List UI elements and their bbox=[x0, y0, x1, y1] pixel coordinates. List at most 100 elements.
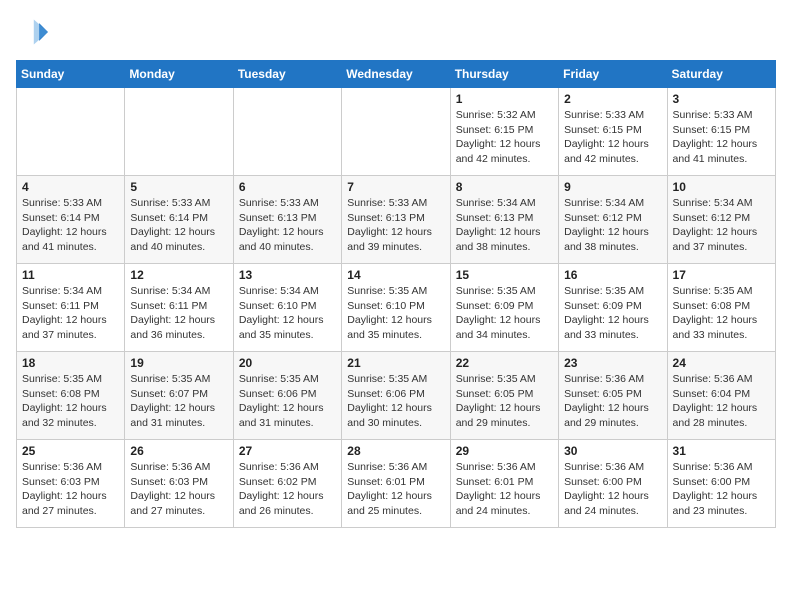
day-number: 9 bbox=[564, 180, 661, 194]
day-info: Sunrise: 5:36 AMSunset: 6:05 PMDaylight:… bbox=[564, 372, 661, 431]
day-info: Sunrise: 5:35 AMSunset: 6:09 PMDaylight:… bbox=[564, 284, 661, 343]
calendar-cell: 8 Sunrise: 5:34 AMSunset: 6:13 PMDaylight… bbox=[450, 176, 558, 264]
day-number: 2 bbox=[564, 92, 661, 106]
calendar-table: SundayMondayTuesdayWednesdayThursdayFrid… bbox=[16, 60, 776, 528]
calendar-cell: 3 Sunrise: 5:33 AMSunset: 6:15 PMDaylight… bbox=[667, 88, 775, 176]
day-number: 18 bbox=[22, 356, 119, 370]
day-info: Sunrise: 5:36 AMSunset: 6:00 PMDaylight:… bbox=[673, 460, 770, 519]
day-number: 26 bbox=[130, 444, 227, 458]
calendar-week-row: 1 Sunrise: 5:32 AMSunset: 6:15 PMDaylight… bbox=[17, 88, 776, 176]
day-number: 23 bbox=[564, 356, 661, 370]
weekday-header-tuesday: Tuesday bbox=[233, 61, 341, 88]
day-number: 14 bbox=[347, 268, 444, 282]
day-number: 27 bbox=[239, 444, 336, 458]
day-number: 15 bbox=[456, 268, 553, 282]
weekday-header-wednesday: Wednesday bbox=[342, 61, 450, 88]
day-info: Sunrise: 5:33 AMSunset: 6:15 PMDaylight:… bbox=[673, 108, 770, 167]
day-number: 31 bbox=[673, 444, 770, 458]
calendar-cell: 4 Sunrise: 5:33 AMSunset: 6:14 PMDaylight… bbox=[17, 176, 125, 264]
calendar-cell: 11 Sunrise: 5:34 AMSunset: 6:11 PMDayligh… bbox=[17, 264, 125, 352]
calendar-cell: 10 Sunrise: 5:34 AMSunset: 6:12 PMDayligh… bbox=[667, 176, 775, 264]
day-number: 17 bbox=[673, 268, 770, 282]
day-number: 4 bbox=[22, 180, 119, 194]
day-info: Sunrise: 5:35 AMSunset: 6:06 PMDaylight:… bbox=[347, 372, 444, 431]
calendar-cell: 20Sunrise: 5:35 AMSunset: 6:06 PMDayligh… bbox=[233, 352, 341, 440]
day-info: Sunrise: 5:35 AMSunset: 6:06 PMDaylight:… bbox=[239, 372, 336, 431]
calendar-cell: 12 Sunrise: 5:34 AMSunset: 6:11 PMDayligh… bbox=[125, 264, 233, 352]
weekday-header-monday: Monday bbox=[125, 61, 233, 88]
weekday-header-thursday: Thursday bbox=[450, 61, 558, 88]
calendar-cell: 21 Sunrise: 5:35 AMSunset: 6:06 PMDayligh… bbox=[342, 352, 450, 440]
calendar-week-row: 25 Sunrise: 5:36 AMSunset: 6:03 PMDayligh… bbox=[17, 440, 776, 528]
calendar-cell bbox=[17, 88, 125, 176]
logo-icon bbox=[16, 16, 48, 48]
day-info: Sunrise: 5:35 AMSunset: 6:10 PMDaylight:… bbox=[347, 284, 444, 343]
day-number: 13 bbox=[239, 268, 336, 282]
calendar-cell: 1 Sunrise: 5:32 AMSunset: 6:15 PMDaylight… bbox=[450, 88, 558, 176]
day-number: 22 bbox=[456, 356, 553, 370]
calendar-cell: 5 Sunrise: 5:33 AMSunset: 6:14 PMDaylight… bbox=[125, 176, 233, 264]
calendar-cell: 17 Sunrise: 5:35 AMSunset: 6:08 PMDayligh… bbox=[667, 264, 775, 352]
calendar-cell: 29 Sunrise: 5:36 AMSunset: 6:01 PMDayligh… bbox=[450, 440, 558, 528]
day-number: 29 bbox=[456, 444, 553, 458]
day-info: Sunrise: 5:32 AMSunset: 6:15 PMDaylight:… bbox=[456, 108, 553, 167]
logo bbox=[16, 16, 52, 48]
day-info: Sunrise: 5:34 AMSunset: 6:10 PMDaylight:… bbox=[239, 284, 336, 343]
day-info: Sunrise: 5:36 AMSunset: 6:01 PMDaylight:… bbox=[347, 460, 444, 519]
day-info: Sunrise: 5:33 AMSunset: 6:13 PMDaylight:… bbox=[347, 196, 444, 255]
calendar-cell: 2 Sunrise: 5:33 AMSunset: 6:15 PMDaylight… bbox=[559, 88, 667, 176]
day-number: 10 bbox=[673, 180, 770, 194]
day-info: Sunrise: 5:36 AMSunset: 6:04 PMDaylight:… bbox=[673, 372, 770, 431]
day-info: Sunrise: 5:36 AMSunset: 6:03 PMDaylight:… bbox=[130, 460, 227, 519]
day-info: Sunrise: 5:36 AMSunset: 6:02 PMDaylight:… bbox=[239, 460, 336, 519]
day-number: 5 bbox=[130, 180, 227, 194]
day-info: Sunrise: 5:33 AMSunset: 6:14 PMDaylight:… bbox=[22, 196, 119, 255]
calendar-cell: 31 Sunrise: 5:36 AMSunset: 6:00 PMDayligh… bbox=[667, 440, 775, 528]
day-info: Sunrise: 5:35 AMSunset: 6:05 PMDaylight:… bbox=[456, 372, 553, 431]
day-number: 24 bbox=[673, 356, 770, 370]
day-number: 6 bbox=[239, 180, 336, 194]
day-info: Sunrise: 5:35 AMSunset: 6:09 PMDaylight:… bbox=[456, 284, 553, 343]
day-number: 8 bbox=[456, 180, 553, 194]
day-info: Sunrise: 5:34 AMSunset: 6:11 PMDaylight:… bbox=[130, 284, 227, 343]
weekday-header-friday: Friday bbox=[559, 61, 667, 88]
calendar-cell: 6 Sunrise: 5:33 AMSunset: 6:13 PMDaylight… bbox=[233, 176, 341, 264]
day-info: Sunrise: 5:36 AMSunset: 6:00 PMDaylight:… bbox=[564, 460, 661, 519]
day-number: 21 bbox=[347, 356, 444, 370]
day-number: 7 bbox=[347, 180, 444, 194]
weekday-header-sunday: Sunday bbox=[17, 61, 125, 88]
calendar-cell: 16Sunrise: 5:35 AMSunset: 6:09 PMDayligh… bbox=[559, 264, 667, 352]
calendar-cell: 28 Sunrise: 5:36 AMSunset: 6:01 PMDayligh… bbox=[342, 440, 450, 528]
day-info: Sunrise: 5:36 AMSunset: 6:01 PMDaylight:… bbox=[456, 460, 553, 519]
calendar-cell: 18 Sunrise: 5:35 AMSunset: 6:08 PMDayligh… bbox=[17, 352, 125, 440]
day-info: Sunrise: 5:35 AMSunset: 6:07 PMDaylight:… bbox=[130, 372, 227, 431]
day-number: 12 bbox=[130, 268, 227, 282]
day-info: Sunrise: 5:34 AMSunset: 6:12 PMDaylight:… bbox=[673, 196, 770, 255]
calendar-cell: 13 Sunrise: 5:34 AMSunset: 6:10 PMDayligh… bbox=[233, 264, 341, 352]
day-number: 19 bbox=[130, 356, 227, 370]
day-info: Sunrise: 5:34 AMSunset: 6:11 PMDaylight:… bbox=[22, 284, 119, 343]
calendar-cell: 7 Sunrise: 5:33 AMSunset: 6:13 PMDaylight… bbox=[342, 176, 450, 264]
day-number: 28 bbox=[347, 444, 444, 458]
calendar-week-row: 11 Sunrise: 5:34 AMSunset: 6:11 PMDayligh… bbox=[17, 264, 776, 352]
day-info: Sunrise: 5:34 AMSunset: 6:12 PMDaylight:… bbox=[564, 196, 661, 255]
day-number: 11 bbox=[22, 268, 119, 282]
day-info: Sunrise: 5:35 AMSunset: 6:08 PMDaylight:… bbox=[22, 372, 119, 431]
day-number: 1 bbox=[456, 92, 553, 106]
calendar-week-row: 18 Sunrise: 5:35 AMSunset: 6:08 PMDayligh… bbox=[17, 352, 776, 440]
day-number: 3 bbox=[673, 92, 770, 106]
day-info: Sunrise: 5:36 AMSunset: 6:03 PMDaylight:… bbox=[22, 460, 119, 519]
day-number: 25 bbox=[22, 444, 119, 458]
day-info: Sunrise: 5:33 AMSunset: 6:14 PMDaylight:… bbox=[130, 196, 227, 255]
day-info: Sunrise: 5:33 AMSunset: 6:13 PMDaylight:… bbox=[239, 196, 336, 255]
day-info: Sunrise: 5:34 AMSunset: 6:13 PMDaylight:… bbox=[456, 196, 553, 255]
calendar-cell bbox=[233, 88, 341, 176]
day-info: Sunrise: 5:35 AMSunset: 6:08 PMDaylight:… bbox=[673, 284, 770, 343]
calendar-cell: 15 Sunrise: 5:35 AMSunset: 6:09 PMDayligh… bbox=[450, 264, 558, 352]
day-info: Sunrise: 5:33 AMSunset: 6:15 PMDaylight:… bbox=[564, 108, 661, 167]
calendar-cell: 19 Sunrise: 5:35 AMSunset: 6:07 PMDayligh… bbox=[125, 352, 233, 440]
calendar-cell bbox=[342, 88, 450, 176]
calendar-cell: 25 Sunrise: 5:36 AMSunset: 6:03 PMDayligh… bbox=[17, 440, 125, 528]
calendar-cell: 23 Sunrise: 5:36 AMSunset: 6:05 PMDayligh… bbox=[559, 352, 667, 440]
calendar-cell: 14 Sunrise: 5:35 AMSunset: 6:10 PMDayligh… bbox=[342, 264, 450, 352]
